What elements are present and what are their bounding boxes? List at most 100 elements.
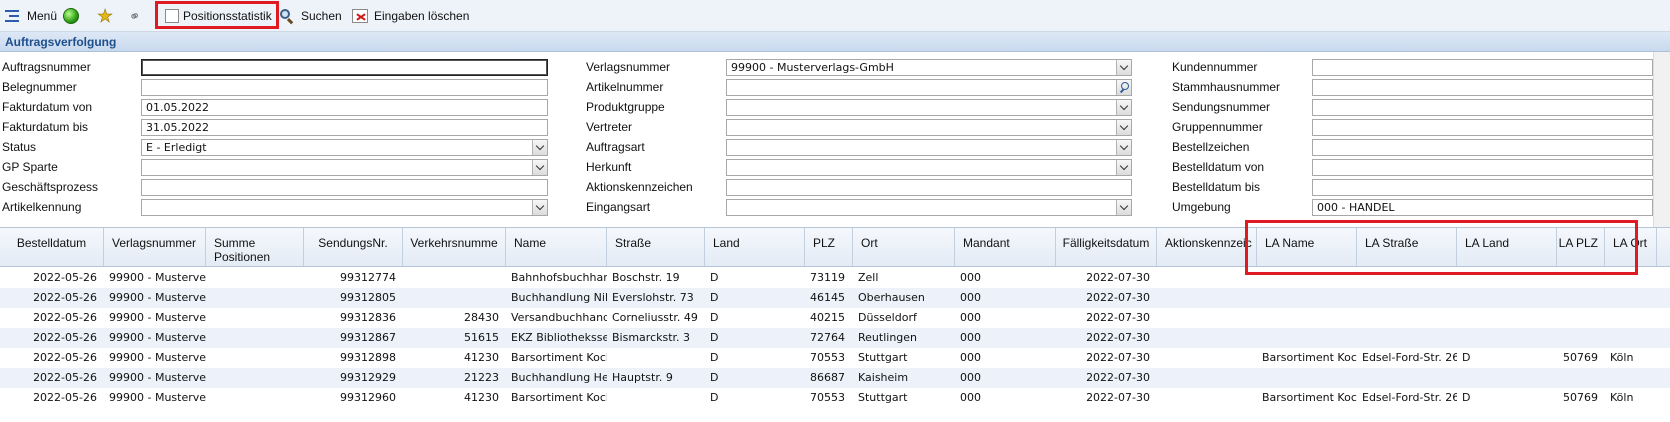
table-row[interactable]: 2022-05-26 99900 - Musterverla 99312774 Bah… — [0, 268, 1670, 288]
lookup-search-icon[interactable] — [1116, 80, 1131, 95]
table-row[interactable]: 2022-05-26 99900 - Musterverla 99312898 412… — [0, 348, 1670, 368]
input-bestelldatum-bis[interactable] — [1312, 179, 1653, 196]
column-header-straße[interactable]: Straße — [607, 228, 705, 266]
chevron-down-icon[interactable] — [1116, 160, 1131, 175]
input-produktgruppe[interactable] — [726, 99, 1132, 116]
column-header-summe-positionen[interactable]: Summe Positionen — [206, 228, 304, 266]
input-verlagsnummer[interactable]: 99900 - Musterverlags-GmbH — [726, 59, 1132, 76]
menu-icon — [5, 10, 21, 22]
table-cell — [1362, 368, 1457, 388]
column-header-mandant[interactable]: Mandant — [955, 228, 1056, 266]
input-sendungsnummer[interactable] — [1312, 99, 1653, 116]
column-header-la-ort[interactable]: LA Ort — [1605, 228, 1657, 266]
table-cell: 99900 - Musterverla — [109, 271, 206, 284]
chevron-down-icon[interactable] — [1116, 120, 1131, 135]
table-cell: Barsortiment Koch, — [1262, 391, 1357, 404]
table-cell: 2022-07-30 — [1086, 271, 1150, 284]
table-cell: 99312960 — [340, 391, 396, 404]
column-header-la-straße[interactable]: LA Straße — [1357, 228, 1457, 266]
position-statistics-toggle[interactable]: Positionsstatistik — [165, 0, 272, 32]
table-cell: 000 — [960, 271, 981, 284]
favorite-button[interactable]: ★ — [97, 0, 114, 32]
search-icon — [279, 8, 295, 25]
label-bestelldatum-bis: Bestelldatum bis — [1172, 180, 1261, 194]
table-cell: Stuttgart — [858, 351, 908, 364]
chevron-down-icon[interactable] — [1116, 60, 1131, 75]
search-button[interactable]: Suchen — [279, 0, 342, 32]
table-row[interactable]: 2022-05-26 99900 - Musterverla 99312960 412… — [0, 388, 1670, 408]
table-cell: 99900 - Musterverla — [109, 291, 206, 304]
column-header-verkehrsnumme[interactable]: Verkehrsnumme — [403, 228, 506, 266]
input-auftragsnummer[interactable] — [141, 59, 548, 76]
input-bestellzeichen[interactable] — [1312, 139, 1653, 156]
menu-label: Menü — [27, 9, 58, 23]
input-geschäftsprozess[interactable] — [141, 179, 548, 196]
table-cell: 99900 - Musterverla — [109, 371, 206, 384]
chevron-down-icon[interactable] — [1116, 100, 1131, 115]
column-header-name[interactable]: Name — [506, 228, 607, 266]
link-button[interactable]: ⚭ — [126, 0, 142, 32]
input-umgebung[interactable]: 000 - HANDEL — [1312, 199, 1653, 216]
value-fakturdatum-von: 01.05.2022 — [146, 101, 209, 114]
column-header-la-land[interactable]: LA Land — [1457, 228, 1557, 266]
input-aktionskennzeichen[interactable] — [726, 179, 1132, 196]
table-cell: 72764 — [810, 331, 845, 344]
column-header-verlagsnummer[interactable]: Verlagsnummer — [104, 228, 206, 266]
clear-icon — [352, 9, 368, 23]
table-cell — [1610, 308, 1657, 328]
input-artikelkennung[interactable] — [141, 199, 548, 216]
table-row[interactable]: 2022-05-26 99900 - Musterverla 99312929 212… — [0, 368, 1670, 388]
input-gruppennummer[interactable] — [1312, 119, 1653, 136]
column-header-aktionskennzeic[interactable]: Aktionskennzeic — [1157, 228, 1257, 266]
chevron-down-icon[interactable] — [1116, 200, 1131, 215]
table-cell: D — [1462, 391, 1471, 404]
label-auftragsnummer: Auftragsnummer — [2, 60, 91, 74]
chevron-down-icon[interactable] — [532, 200, 547, 215]
input-eingangsart[interactable] — [726, 199, 1132, 216]
table-cell — [206, 268, 299, 288]
input-status[interactable]: E - Erledigt — [141, 139, 548, 156]
input-gp-sparte[interactable] — [141, 159, 548, 176]
column-header-plz[interactable]: PLZ — [805, 228, 853, 266]
table-cell: 41230 — [464, 391, 499, 404]
column-header-la-plz[interactable]: LA PLZ — [1557, 228, 1605, 266]
input-belegnummer[interactable] — [141, 79, 548, 96]
table-cell — [1557, 308, 1600, 328]
table-row[interactable]: 2022-05-26 99900 - Musterverla 99312805 Buc… — [0, 288, 1670, 308]
table-cell: Bahnhofsbuchhandl — [511, 271, 607, 284]
chevron-down-icon[interactable] — [532, 160, 547, 175]
clear-inputs-button[interactable]: Eingaben löschen — [352, 0, 469, 32]
table-cell — [1262, 288, 1357, 308]
position-statistics-checkbox[interactable] — [165, 9, 179, 23]
table-cell — [206, 288, 299, 308]
table-cell — [1162, 388, 1257, 408]
input-stammhausnummer[interactable] — [1312, 79, 1653, 96]
input-herkunft[interactable] — [726, 159, 1132, 176]
table-cell: Reutlingen — [858, 331, 918, 344]
column-header-la-name[interactable]: LA Name — [1257, 228, 1357, 266]
input-fakturdatum-bis[interactable]: 31.05.2022 — [141, 119, 548, 136]
input-kundennummer[interactable] — [1312, 59, 1653, 76]
input-artikelnummer[interactable] — [726, 79, 1132, 96]
column-header-bestelldatum[interactable]: Bestelldatum — [0, 228, 104, 266]
refresh-button[interactable] — [63, 0, 79, 32]
input-fakturdatum-von[interactable]: 01.05.2022 — [141, 99, 548, 116]
input-bestelldatum-von[interactable] — [1312, 159, 1653, 176]
column-header-land[interactable]: Land — [705, 228, 805, 266]
table-cell: Boschstr. 19 — [612, 271, 680, 284]
table-row[interactable]: 2022-05-26 99900 - Musterverla 99312867 516… — [0, 328, 1670, 348]
column-header-fälligkeitsdatum[interactable]: Fälligkeitsdatum — [1056, 228, 1157, 266]
table-row[interactable]: 2022-05-26 99900 - Musterverla 99312836 284… — [0, 308, 1670, 328]
table-cell — [1262, 308, 1357, 328]
input-vertreter[interactable] — [726, 119, 1132, 136]
chevron-down-icon[interactable] — [532, 140, 547, 155]
column-header-sendungsnr-[interactable]: SendungsNr. — [304, 228, 403, 266]
form-scrollbar[interactable] — [1653, 52, 1670, 227]
menu-button[interactable]: Menü — [5, 0, 57, 32]
table-cell: 99900 - Musterverla — [109, 391, 206, 404]
input-auftragsart[interactable] — [726, 139, 1132, 156]
column-header-ort[interactable]: Ort — [853, 228, 955, 266]
table-cell: Edsel-Ford-Str. 26 — [1362, 351, 1457, 364]
chevron-down-icon[interactable] — [1116, 140, 1131, 155]
table-cell: 70553 — [810, 351, 845, 364]
